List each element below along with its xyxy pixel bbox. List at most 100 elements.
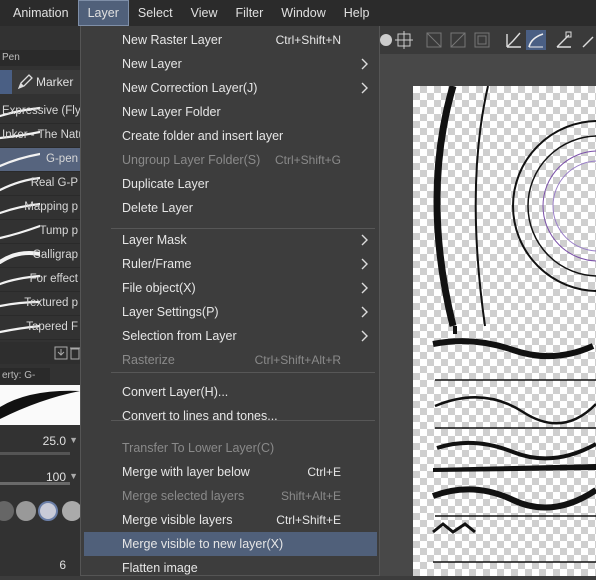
brush-tip-option[interactable] (0, 501, 14, 521)
layer-menu-item[interactable]: File object(X) (84, 276, 377, 300)
menu-animation[interactable]: Animation (4, 0, 78, 26)
crop-icon[interactable] (394, 30, 414, 50)
brush-tip-selector (0, 498, 82, 524)
stabilization-icon[interactable] (526, 30, 546, 50)
sub-tool-item[interactable]: Mapping p (0, 196, 80, 220)
menu-item-label: Merge visible layers (122, 513, 233, 527)
sub-tool-item[interactable]: For effect (0, 268, 80, 292)
brush-stroke-preview-icon (0, 224, 40, 240)
layer-menu-item[interactable]: New Layer Folder (84, 100, 377, 124)
frame-icon[interactable] (472, 30, 492, 50)
menu-select[interactable]: Select (129, 0, 182, 26)
opacity-track[interactable] (0, 482, 70, 485)
sub-tool-item[interactable]: Tapered F (0, 316, 80, 340)
menu-item-label: Transfer To Lower Layer(C) (122, 441, 275, 455)
menu-item-shortcut: Ctrl+Shift+E (276, 513, 341, 527)
chevron-right-icon (361, 282, 368, 294)
menu-item-label: Ruler/Frame (122, 257, 192, 271)
sub-tool-label: Expressive (Flyla (2, 105, 80, 117)
menu-item-shortcut: Ctrl+Shift+Alt+R (254, 353, 341, 367)
sub-tool-label: Inker - The Natu (2, 129, 80, 141)
layer-menu-item[interactable]: New Layer (84, 52, 377, 76)
menu-item-shortcut: Ctrl+Shift+G (274, 153, 341, 167)
menu-separator (111, 420, 375, 421)
chevron-right-icon (361, 58, 368, 70)
chevron-down-icon[interactable]: ▼ (69, 471, 78, 481)
sub-tool-item[interactable]: Inker - The Natu (0, 124, 80, 148)
menu-item-shortcut: Ctrl+E (307, 465, 341, 479)
brush-tip-option-selected[interactable] (38, 501, 58, 521)
bottom-value: 6 (59, 558, 66, 572)
brush-size-slider[interactable]: 25.0 ▼ (0, 430, 80, 452)
menu-item-label: New Layer Folder (122, 105, 221, 119)
layer-menu-item: Rasterize Ctrl+Shift+Alt+R (84, 348, 377, 372)
brush-size-track[interactable] (0, 452, 70, 455)
sub-tool-item[interactable]: Calligrap (0, 244, 80, 268)
brush-tip-option[interactable] (16, 501, 36, 521)
layer-menu-item[interactable]: Merge visible layers Ctrl+Shift+E (84, 508, 377, 532)
menu-item-label: Layer Settings(P) (122, 305, 219, 319)
sub-tool-label: For effect (29, 273, 78, 285)
layer-menu-item[interactable]: New Raster Layer Ctrl+Shift+N (84, 28, 377, 52)
delete-sub-tool-icon[interactable] (70, 346, 80, 360)
import-icon[interactable] (54, 346, 68, 360)
layer-menu-item[interactable]: Ruler/Frame (84, 252, 377, 276)
layer-menu-item[interactable]: Delete Layer (84, 196, 377, 220)
menu-filter[interactable]: Filter (227, 0, 273, 26)
layer-menu-item[interactable]: Layer Mask (84, 228, 377, 252)
marker-label: Marker (36, 75, 74, 89)
bottom-value-row: 6 (0, 554, 80, 576)
menu-item-label: Merge visible to new layer(X) (122, 537, 284, 551)
layer-menu-item[interactable]: Convert Layer(H)... (84, 380, 377, 404)
drawing-canvas[interactable] (413, 85, 596, 576)
menu-item-shortcut: Ctrl+Shift+N (275, 33, 341, 47)
layer-menu-item[interactable]: Create folder and insert layer (84, 124, 377, 148)
menu-layer[interactable]: Layer (77, 0, 129, 26)
layer-menu-item[interactable]: Merge with layer below Ctrl+E (84, 460, 377, 484)
marker-icon (17, 74, 33, 90)
layer-menu-item[interactable]: Selection from Layer (84, 324, 377, 348)
menu-item-label: New Layer (122, 57, 182, 71)
sub-tool-label: Calligrap (32, 249, 78, 261)
layer-menu-item[interactable]: Convert to lines and tones... (84, 404, 377, 428)
pressure-icon[interactable] (554, 30, 574, 50)
sub-tool-item[interactable]: Real G-P (0, 172, 80, 196)
layer-menu-item[interactable]: Duplicate Layer (84, 172, 377, 196)
chevron-down-icon[interactable]: ▼ (69, 435, 78, 445)
tool-property-header: erty: G-pen (0, 368, 50, 397)
sub-tool-label: G-pen (46, 153, 78, 165)
brush-tip-option[interactable] (62, 501, 82, 521)
chevron-right-icon (361, 234, 368, 246)
menu-item-label: Layer Mask (122, 233, 187, 247)
menu-help[interactable]: Help (335, 0, 379, 26)
menu-item-label: Delete Layer (122, 201, 193, 215)
fill-icon[interactable] (448, 30, 468, 50)
sub-tool-label: Tapered F (26, 321, 78, 333)
sub-tool-item[interactable]: Textured p (0, 292, 80, 316)
tab-pen[interactable]: Pen (0, 50, 80, 66)
layer-menu-item: Ungroup Layer Folder(S) Ctrl+Shift+G (84, 148, 377, 172)
sub-tool-item[interactable]: Tump p (0, 220, 80, 244)
menu-window[interactable]: Window (272, 0, 334, 26)
brush-size-value: 25.0 (42, 434, 66, 448)
menu-view[interactable]: View (182, 0, 227, 26)
layer-menu-item[interactable]: New Correction Layer(J) (84, 76, 377, 100)
sub-tool-actions (0, 342, 80, 364)
menu-item-label: Merge with layer below (122, 465, 250, 479)
brush-stroke-preview-icon (0, 152, 40, 168)
layer-menu-item[interactable]: Layer Settings(P) (84, 300, 377, 324)
sub-tool-label: Textured p (24, 297, 78, 309)
pen-tool-icon[interactable] (504, 30, 524, 50)
layer-menu-item: Transfer To Lower Layer(C) (84, 436, 377, 460)
menu-item-shortcut: Shift+Alt+E (280, 489, 341, 503)
clear-icon[interactable] (424, 30, 444, 50)
menu-item-label: File object(X) (122, 281, 196, 295)
sub-tool-group-pen-selected[interactable] (0, 70, 12, 94)
sub-tool-item[interactable]: Expressive (Flyla (0, 100, 80, 124)
menu-item-label: Duplicate Layer (122, 177, 209, 191)
more-tools-icon[interactable] (580, 30, 596, 50)
layer-menu-item[interactable]: Flatten image (84, 556, 377, 580)
sub-tool-item[interactable]: G-pen (0, 148, 80, 172)
menu-item-label: Selection from Layer (122, 329, 237, 343)
layer-menu-item[interactable]: Merge visible to new layer(X) (84, 532, 377, 556)
